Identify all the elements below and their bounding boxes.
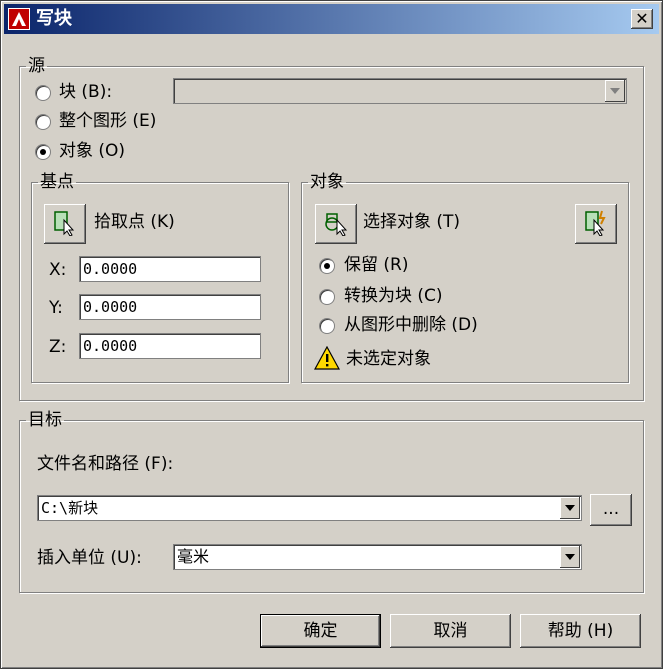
block-name-combo[interactable] <box>173 78 627 104</box>
quick-select-icon <box>585 210 606 236</box>
base-point-legend: 基点 <box>40 172 74 192</box>
destination-legend: 目标 <box>28 410 62 430</box>
write-block-dialog: 写块 ✕ 源 块 (B): 整个图形 (E) 对象 (O) 基点 拾取点 (K)… <box>0 0 663 669</box>
insert-units-label: 插入单位 (U): <box>37 548 142 568</box>
retain-label[interactable]: 保留 (R) <box>344 255 408 275</box>
z-coordinate-input[interactable]: 0.0000 <box>79 333 261 359</box>
dropdown-arrow-icon[interactable] <box>605 80 625 102</box>
pick-point-button[interactable] <box>44 204 86 244</box>
source-objects-label[interactable]: 对象 (O) <box>59 141 125 161</box>
file-path-combo[interactable]: C:\新块 <box>37 495 582 521</box>
select-objects-button[interactable] <box>315 204 357 244</box>
source-entire-drawing-label[interactable]: 整个图形 (E) <box>59 111 156 131</box>
convert-to-block-label[interactable]: 转换为块 (C) <box>344 286 443 306</box>
source-entire-drawing-radio[interactable] <box>35 114 51 130</box>
dropdown-arrow-icon[interactable] <box>560 497 580 519</box>
source-objects-radio[interactable] <box>35 144 51 160</box>
file-path-value: C:\新块 <box>41 499 99 517</box>
no-objects-selected-text: 未选定对象 <box>346 349 431 369</box>
objects-legend: 对象 <box>310 172 344 192</box>
window-title: 写块 <box>36 8 72 29</box>
convert-to-block-radio[interactable] <box>319 289 335 305</box>
source-block-radio[interactable] <box>35 85 51 101</box>
delete-from-drawing-label[interactable]: 从图形中删除 (D) <box>344 315 478 335</box>
select-objects-label[interactable]: 选择对象 (T) <box>363 212 460 232</box>
y-coordinate-input[interactable]: 0.0000 <box>79 294 261 320</box>
file-name-label: 文件名和路径 (F): <box>37 454 174 474</box>
delete-from-drawing-radio[interactable] <box>319 318 335 334</box>
pick-point-icon <box>54 211 75 236</box>
ok-button[interactable]: 确定 <box>260 614 381 648</box>
close-button[interactable]: ✕ <box>631 9 653 29</box>
insert-units-value: 毫米 <box>177 547 210 566</box>
x-coordinate-input[interactable]: 0.0000 <box>79 256 261 282</box>
browse-button[interactable]: ... <box>590 494 632 526</box>
dropdown-arrow-icon[interactable] <box>560 546 580 568</box>
select-objects-icon <box>325 213 348 236</box>
x-label: X: <box>49 260 67 280</box>
source-legend: 源 <box>28 56 45 76</box>
close-icon: ✕ <box>635 9 649 28</box>
quick-select-button[interactable] <box>575 204 617 244</box>
autocad-app-icon <box>8 8 30 30</box>
source-block-label[interactable]: 块 (B): <box>59 82 112 102</box>
retain-radio[interactable] <box>319 258 335 274</box>
y-label: Y: <box>49 298 63 318</box>
insert-units-combo[interactable]: 毫米 <box>173 544 582 570</box>
z-label: Z: <box>49 337 67 357</box>
title-bar[interactable]: 写块 ✕ <box>4 4 659 34</box>
pick-point-label[interactable]: 拾取点 (K) <box>94 212 175 232</box>
warning-icon <box>314 346 340 370</box>
help-button[interactable]: 帮助 (H) <box>520 614 641 648</box>
cancel-button[interactable]: 取消 <box>390 614 511 648</box>
